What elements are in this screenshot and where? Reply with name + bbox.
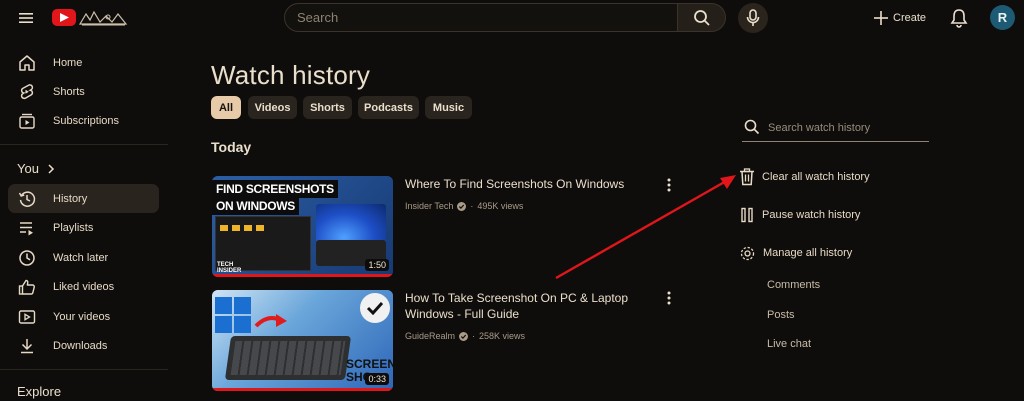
channel-name[interactable]: GuideRealm [405, 331, 455, 341]
thumbnail-keyboard [224, 336, 352, 380]
watch-progress-bar [212, 388, 393, 391]
home-icon [17, 53, 37, 73]
create-button[interactable]: Create [874, 8, 926, 28]
search-icon [693, 9, 711, 27]
sidebar-item-label: Shorts [53, 85, 85, 98]
avatar[interactable]: R [990, 5, 1015, 30]
gear-icon [739, 245, 756, 262]
chip-podcasts[interactable]: Podcasts [358, 96, 419, 119]
history-icon [17, 189, 37, 209]
video-meta: Insider Tech · 495K views [405, 201, 523, 211]
sidebar-item-label: Home [53, 56, 83, 69]
thumbnail-text: ON WINDOWS [212, 197, 299, 215]
subscriptions-icon [17, 111, 37, 131]
thumb-up-icon [17, 277, 37, 297]
page-title: Watch history [211, 60, 371, 90]
shorts-icon [17, 82, 37, 102]
chip-music[interactable]: Music [425, 96, 472, 119]
sidebar-item-label: Playlists [53, 221, 94, 234]
pause-watch-history-button[interactable]: Pause watch history [739, 205, 860, 225]
separator-dot: · [470, 201, 474, 211]
playlists-icon [17, 218, 37, 238]
video-duration: 1:50 [365, 259, 389, 271]
sidebar-divider [0, 369, 168, 370]
pause-icon [739, 207, 755, 223]
watch-progress-bar [212, 274, 393, 277]
search-icon [744, 119, 760, 135]
search-box[interactable] [284, 3, 678, 32]
search-button[interactable] [678, 3, 726, 32]
windows-logo-icon [215, 297, 251, 333]
verified-check-icon [459, 331, 469, 341]
menu-icon[interactable] [18, 10, 34, 26]
plus-icon [874, 11, 888, 25]
sidebar-item-downloads[interactable]: Downloads [8, 331, 159, 360]
doodle-logo-icon[interactable] [78, 8, 128, 28]
chip-videos[interactable]: Videos [248, 96, 297, 119]
top-bar: Create R [0, 0, 1024, 36]
channel-name[interactable]: Insider Tech [405, 201, 453, 211]
view-count: 495K views [477, 201, 524, 211]
view-count: 258K views [479, 331, 526, 341]
chip-shorts[interactable]: Shorts [303, 96, 352, 119]
microphone-icon [746, 9, 760, 27]
watch-later-icon [17, 248, 37, 268]
history-type-posts[interactable]: Posts [767, 309, 795, 321]
checkmark-icon [360, 293, 390, 323]
search-input[interactable] [285, 4, 677, 31]
action-label: Pause watch history [762, 209, 861, 221]
clear-all-watch-history-button[interactable]: Clear all watch history [739, 167, 870, 187]
sidebar-item-your-videos[interactable]: Your videos [8, 302, 159, 331]
sidebar-item-label: Downloads [53, 339, 108, 352]
chip-all[interactable]: All [211, 96, 241, 119]
chevron-right-icon [47, 163, 55, 174]
your-videos-icon [17, 307, 37, 327]
verified-check-icon [457, 201, 467, 211]
more-options-icon[interactable] [664, 290, 674, 306]
sidebar-item-label: Your videos [53, 310, 111, 323]
sidebar-item-home[interactable]: Home [8, 48, 159, 77]
video-thumbnail[interactable]: FIND SCREENSHOTS ON WINDOWS TECH INSIDER… [212, 176, 393, 277]
manage-all-history-button[interactable]: Manage all history [739, 243, 852, 263]
sidebar-item-label: Liked videos [53, 280, 115, 293]
youtube-logo-icon[interactable] [52, 9, 76, 26]
red-arrow-icon [254, 312, 288, 330]
sidebar-item-playlists[interactable]: Playlists [8, 213, 159, 242]
sidebar-item-shorts[interactable]: Shorts [8, 77, 159, 106]
voice-search-button[interactable] [738, 3, 768, 33]
download-icon [17, 336, 37, 356]
video-title[interactable]: How To Take Screenshot On PC & Laptop Wi… [405, 290, 645, 322]
video-meta: GuideRealm · 258K views [405, 331, 525, 341]
thumbnail-text: FIND SCREENSHOTS [212, 180, 338, 198]
create-label: Create [893, 12, 927, 24]
sidebar-you-header[interactable]: You [17, 161, 55, 176]
thumbnail-brand: TECH INSIDER [217, 262, 242, 274]
sidebar-item-liked-videos[interactable]: Liked videos [8, 272, 159, 301]
trash-icon [739, 168, 755, 186]
action-label: Manage all history [763, 247, 853, 259]
notifications-bell-icon[interactable] [950, 8, 968, 28]
sidebar-divider [0, 144, 168, 145]
search-history-input[interactable] [766, 118, 930, 138]
section-heading-today: Today [211, 139, 252, 155]
sidebar-item-subscriptions[interactable]: Subscriptions [8, 106, 159, 135]
history-type-comments[interactable]: Comments [767, 279, 820, 291]
action-label: Clear all watch history [762, 171, 870, 183]
sidebar-item-watch-later[interactable]: Watch later [8, 243, 159, 272]
sidebar-explore-header: Explore [17, 384, 62, 399]
you-label: You [17, 161, 39, 176]
sidebar-item-label: History [53, 192, 88, 205]
annotation-arrow [540, 170, 740, 282]
search-history-box[interactable] [742, 114, 930, 142]
sidebar-item-label: Watch later [53, 251, 109, 264]
sidebar-item-label: Subscriptions [53, 114, 120, 127]
sidebar-item-history[interactable]: History [8, 184, 159, 213]
video-duration: 0:33 [365, 373, 389, 385]
history-type-live-chat[interactable]: Live chat [767, 338, 811, 350]
video-thumbnail[interactable]: SCREEN SHO 0:33 [212, 290, 393, 391]
separator-dot: · [472, 331, 476, 341]
